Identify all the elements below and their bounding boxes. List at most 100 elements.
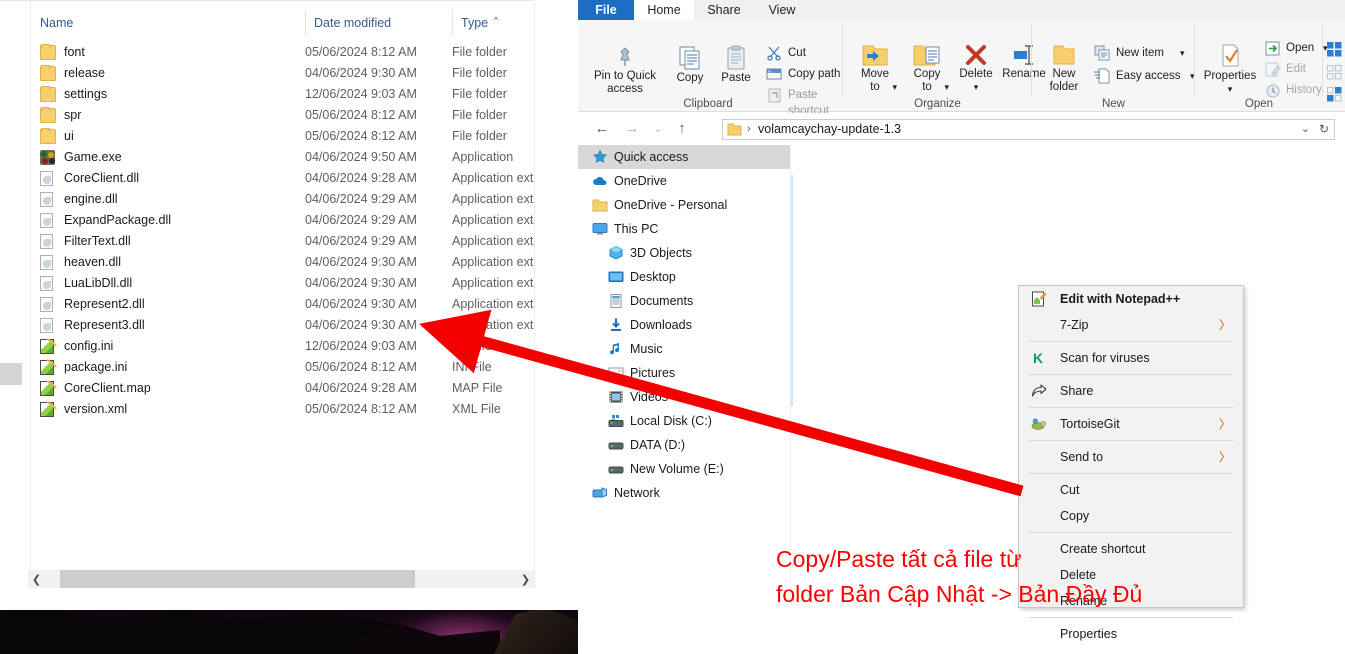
tab-home[interactable]: Home — [634, 0, 694, 20]
sidebar-item-network[interactable]: Network — [578, 481, 790, 505]
sidebar-item-downloads[interactable]: Downloads — [578, 313, 790, 337]
menu-item-share[interactable]: Share — [1019, 378, 1243, 404]
copy-path-button[interactable]: w... Copy path — [766, 66, 840, 82]
forward-button[interactable]: → — [622, 119, 642, 139]
menu-item-copy[interactable]: Copy — [1019, 503, 1243, 529]
left-hscroll-track[interactable] — [45, 570, 517, 588]
invert-selection-button[interactable]: In — [1327, 87, 1345, 102]
breadcrumb-path-text[interactable]: volamcaychay-update-1.3 — [758, 120, 901, 139]
move-to-caret-icon[interactable]: ▾ — [892, 81, 897, 94]
menu-item-tortoisegit[interactable]: TortoiseGit 〉 — [1019, 411, 1243, 437]
cut-button[interactable]: Cut — [766, 45, 806, 61]
sidebar-item-onedrive-personal[interactable]: OneDrive - Personal — [578, 193, 790, 217]
table-row[interactable]: version.xml 05/06/2024 8:12 AM XML File — [31, 399, 533, 420]
sidebar-item-pictures[interactable]: Pictures — [578, 361, 790, 385]
file-name-cell[interactable]: spr — [40, 105, 81, 126]
file-name-cell[interactable]: ui — [40, 126, 74, 147]
table-row[interactable]: CoreClient.dll 04/06/2024 9:28 AM Applicat… — [31, 168, 533, 189]
sidebar-item-quick-access[interactable]: Quick access — [578, 145, 790, 169]
menu-item-scan-for-viruses[interactable]: K Scan for viruses — [1019, 345, 1243, 371]
breadcrumb-separator[interactable]: › — [747, 120, 751, 139]
table-row[interactable]: ExpandPackage.dll 04/06/2024 9:29 AM Appli… — [31, 210, 533, 231]
table-row[interactable]: settings 12/06/2024 9:03 AM File folder — [31, 84, 533, 105]
table-row[interactable]: Game.exe 04/06/2024 9:50 AM Application — [31, 147, 533, 168]
table-row[interactable]: config.ini 12/06/2024 9:03 AM INI File — [31, 336, 533, 357]
easy-access-button[interactable]: Easy access ▾ — [1094, 68, 1195, 84]
file-name-cell[interactable]: Represent3.dll — [40, 315, 145, 336]
paste-button[interactable]: Paste — [714, 44, 758, 85]
table-row[interactable]: engine.dll 04/06/2024 9:29 AM Application … — [31, 189, 533, 210]
navigation-pane[interactable]: Quick access OneDrive OneDrive - Personal T… — [578, 145, 790, 605]
scroll-left-arrow-icon[interactable]: ❮ — [28, 570, 45, 588]
new-item-caret-icon[interactable]: ▾ — [1180, 45, 1185, 61]
scroll-right-arrow-icon[interactable]: ❯ — [517, 570, 534, 588]
file-name-cell[interactable]: FilterText.dll — [40, 231, 131, 252]
refresh-icon[interactable]: ↻ — [1319, 120, 1329, 139]
left-horizontal-scrollbar[interactable]: ❮ ❯ — [28, 570, 534, 588]
sidebar-item-music[interactable]: Music — [578, 337, 790, 361]
sidebar-item-this-pc[interactable]: This PC — [578, 217, 790, 241]
menu-item-send-to[interactable]: Send to 〉 — [1019, 444, 1243, 470]
select-all-button[interactable]: S — [1327, 42, 1345, 57]
select-none-button[interactable]: S — [1327, 65, 1345, 80]
table-row[interactable]: Represent2.dll 04/06/2024 9:30 AM Applicat… — [31, 294, 533, 315]
table-row[interactable]: CoreClient.map 04/06/2024 9:28 AM MAP File — [31, 378, 533, 399]
sidebar-item-data-d[interactable]: DATA (D:) — [578, 433, 790, 457]
tab-share[interactable]: Share — [694, 0, 754, 20]
file-name-cell[interactable]: package.ini — [40, 357, 127, 378]
left-window-scrollbar-thumb[interactable] — [0, 363, 22, 385]
table-row[interactable]: package.ini 05/06/2024 8:12 AM INI File — [31, 357, 533, 378]
sidebar-item-videos[interactable]: Videos — [578, 385, 790, 409]
table-row[interactable]: Represent3.dll 04/06/2024 9:30 AM Applicat… — [31, 315, 533, 336]
delete-button[interactable]: Delete ▾ — [955, 42, 997, 94]
recent-locations-button[interactable]: ⌄ — [648, 119, 668, 139]
tab-view[interactable]: View — [754, 0, 810, 20]
table-row[interactable]: heaven.dll 04/06/2024 9:30 AM Application … — [31, 252, 533, 273]
left-hscroll-thumb[interactable] — [60, 570, 415, 588]
file-name-cell[interactable]: version.xml — [40, 399, 127, 420]
menu-item-properties[interactable]: Properties — [1019, 621, 1243, 647]
sidebar-item-local-disk-c[interactable]: Local Disk (C:) — [578, 409, 790, 433]
tab-file[interactable]: File — [578, 0, 634, 20]
table-row[interactable]: font 05/06/2024 8:12 AM File folder — [31, 42, 533, 63]
file-name-cell[interactable]: settings — [40, 84, 107, 105]
menu-item-cut[interactable]: Cut — [1019, 477, 1243, 503]
copy-to-button[interactable]: Copy to ▾ — [903, 42, 951, 94]
copy-to-caret-icon[interactable]: ▾ — [944, 81, 949, 94]
new-folder-button[interactable]: New folder — [1040, 42, 1088, 94]
left-file-list[interactable]: font 05/06/2024 8:12 AM File folder release… — [31, 42, 533, 420]
menu-item-edit-with-notepad[interactable]: Edit with Notepad++ — [1019, 286, 1243, 312]
file-name-cell[interactable]: CoreClient.dll — [40, 168, 139, 189]
back-button[interactable]: ← — [592, 119, 612, 139]
file-name-cell[interactable]: Represent2.dll — [40, 294, 145, 315]
sidebar-item-onedrive[interactable]: OneDrive — [578, 169, 790, 193]
copy-button[interactable]: Copy — [668, 44, 712, 85]
delete-caret-icon[interactable]: ▾ — [955, 81, 997, 94]
file-name-cell[interactable]: heaven.dll — [40, 252, 121, 273]
properties-button[interactable]: Properties ▾ — [1199, 42, 1261, 96]
table-row[interactable]: release 04/06/2024 9:30 AM File folder — [31, 63, 533, 84]
sidebar-item-desktop[interactable]: Desktop — [578, 265, 790, 289]
table-row[interactable]: spr 05/06/2024 8:12 AM File folder — [31, 105, 533, 126]
up-button[interactable]: ↑ — [672, 119, 692, 139]
file-name-cell[interactable]: LuaLibDll.dll — [40, 273, 132, 294]
sidebar-item-new-volume-e[interactable]: New Volume (E:) — [578, 457, 790, 481]
file-name-cell[interactable]: CoreClient.map — [40, 378, 151, 399]
sidebar-item-documents[interactable]: Documents — [578, 289, 790, 313]
table-row[interactable]: ui 05/06/2024 8:12 AM File folder — [31, 126, 533, 147]
breadcrumb-dropdown-caret-icon[interactable]: ⌄ — [1301, 120, 1310, 139]
new-item-button[interactable]: New item ▾ — [1094, 45, 1185, 61]
left-column-header-date[interactable]: Date modified — [305, 10, 452, 36]
file-name-cell[interactable]: Game.exe — [40, 147, 122, 168]
sidebar-item-3d-objects[interactable]: 3D Objects — [578, 241, 790, 265]
menu-item-7-zip[interactable]: 7-Zip 〉 — [1019, 312, 1243, 338]
open-button[interactable]: Open ▾ — [1265, 41, 1328, 56]
file-name-cell[interactable]: engine.dll — [40, 189, 118, 210]
file-name-cell[interactable]: font — [40, 42, 85, 63]
file-name-cell[interactable]: release — [40, 63, 105, 84]
pin-to-quick-access-button[interactable]: Pin to Quick access — [586, 44, 664, 96]
move-to-button[interactable]: Move to ▾ — [851, 42, 899, 94]
table-row[interactable]: FilterText.dll 04/06/2024 9:29 AM Applicat… — [31, 231, 533, 252]
breadcrumb-address-field[interactable]: › volamcaychay-update-1.3 ⌄ ↻ — [722, 119, 1335, 140]
properties-caret-icon[interactable]: ▾ — [1199, 83, 1261, 96]
